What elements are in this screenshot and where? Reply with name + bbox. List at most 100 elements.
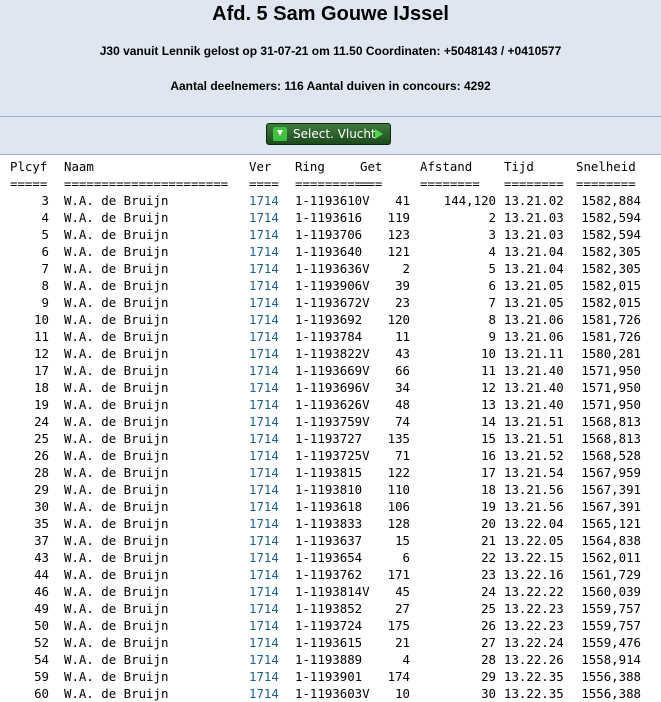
cell-time: 13.21.40	[504, 380, 564, 395]
cell-time: 13.21.40	[504, 363, 564, 378]
cell-ver: 1714	[249, 448, 279, 463]
cell-place: 12	[34, 346, 49, 361]
cell-get: 123	[387, 227, 410, 242]
cell-distance: 26	[481, 618, 496, 633]
cell-name: W.A. de Bruijn	[64, 244, 169, 259]
cell-name: W.A. de Bruijn	[64, 516, 169, 531]
page-header: Afd. 5 Sam Gouwe IJssel J30 vanuit Lenni…	[0, 0, 661, 117]
cell-place: 11	[34, 329, 49, 344]
cell-get: 45	[395, 584, 410, 599]
cell-speed: 1571,950	[581, 380, 641, 395]
cell-get: 2	[402, 261, 410, 276]
cell-ring: 1-1193637	[295, 533, 363, 548]
cell-place: 44	[34, 567, 49, 582]
cell-get: 110	[387, 482, 410, 497]
cell-ver: 1714	[249, 278, 279, 293]
flight-info: J30 vanuit Lennik gelost op 31-07-21 om …	[99, 44, 562, 58]
cell-place: 30	[34, 499, 49, 514]
cell-name: W.A. de Bruijn	[64, 363, 169, 378]
cell-place: 59	[34, 669, 49, 684]
cell-name: W.A. de Bruijn	[64, 414, 169, 429]
cell-get: 120	[387, 312, 410, 327]
cell-time: 13.21.03	[504, 210, 564, 225]
separator-get: ===	[360, 176, 383, 191]
cell-ring: 1-1193759V	[295, 414, 370, 429]
cell-place: 54	[34, 652, 49, 667]
cell-time: 13.22.24	[504, 635, 564, 650]
cell-ring: 1-1193889	[295, 652, 363, 667]
cell-time: 13.21.51	[504, 414, 564, 429]
cell-time: 13.21.51	[504, 431, 564, 446]
cell-ver: 1714	[249, 295, 279, 310]
cell-ring: 1-1193852	[295, 601, 363, 616]
cell-time: 13.21.56	[504, 499, 564, 514]
cell-place: 35	[34, 516, 49, 531]
page-title: Afd. 5 Sam Gouwe IJssel	[212, 3, 449, 25]
cell-distance: 25	[481, 601, 496, 616]
cell-speed: 1581,726	[581, 329, 641, 344]
cell-ring: 1-1193669V	[295, 363, 370, 378]
cell-distance: 13	[481, 397, 496, 412]
cell-distance: 10	[481, 346, 496, 361]
cell-distance: 29	[481, 669, 496, 684]
cell-name: W.A. de Bruijn	[64, 635, 169, 650]
cell-get: 11	[395, 329, 410, 344]
header-ring: Ring	[295, 159, 325, 174]
cell-name: W.A. de Bruijn	[64, 601, 169, 616]
cell-speed: 1562,011	[581, 550, 641, 565]
cell-speed: 1559,476	[581, 635, 641, 650]
cell-place: 29	[34, 482, 49, 497]
cell-place: 3	[41, 193, 49, 208]
cell-speed: 1559,757	[581, 601, 641, 616]
cell-distance: 21	[481, 533, 496, 548]
header-speed: Snelheid	[576, 159, 636, 174]
separator-ver: ====	[249, 176, 279, 191]
cell-distance: 30	[481, 686, 496, 701]
select-flight-button[interactable]: Select. Vlucht	[266, 123, 391, 145]
cell-name: W.A. de Bruijn	[64, 686, 169, 701]
cell-time: 13.21.06	[504, 312, 564, 327]
cell-get: 175	[387, 618, 410, 633]
cell-get: 15	[395, 533, 410, 548]
header-name: Naam	[64, 159, 94, 174]
cell-ring: 1-1193640	[295, 244, 363, 259]
cell-ver: 1714	[249, 397, 279, 412]
cell-ver: 1714	[249, 431, 279, 446]
cell-speed: 1556,388	[581, 686, 641, 701]
cell-distance: 20	[481, 516, 496, 531]
cell-get: 23	[395, 295, 410, 310]
cell-time: 13.22.23	[504, 618, 564, 633]
cell-ver: 1714	[249, 533, 279, 548]
cell-name: W.A. de Bruijn	[64, 448, 169, 463]
cell-distance: 3	[488, 227, 496, 242]
cell-time: 13.21.56	[504, 482, 564, 497]
cell-time: 13.22.35	[504, 669, 564, 684]
cell-place: 50	[34, 618, 49, 633]
cell-time: 13.21.05	[504, 278, 564, 293]
cell-get: 119	[387, 210, 410, 225]
cell-ver: 1714	[249, 363, 279, 378]
cell-time: 13.22.23	[504, 601, 564, 616]
select-flight-label: Select. Vlucht	[293, 127, 376, 141]
cell-get: 39	[395, 278, 410, 293]
cell-name: W.A. de Bruijn	[64, 567, 169, 582]
cell-speed: 1580,281	[581, 346, 641, 361]
cell-ver: 1714	[249, 312, 279, 327]
cell-ver: 1714	[249, 584, 279, 599]
cell-name: W.A. de Bruijn	[64, 618, 169, 633]
cell-get: 21	[395, 635, 410, 650]
cell-place: 24	[34, 414, 49, 429]
cell-distance: 18	[481, 482, 496, 497]
cell-distance: 2	[488, 210, 496, 225]
cell-ring: 1-1193762	[295, 567, 363, 582]
cell-ring: 1-1193610V	[295, 193, 370, 208]
cell-ring: 1-1193616	[295, 210, 363, 225]
cell-name: W.A. de Bruijn	[64, 397, 169, 412]
cell-ver: 1714	[249, 601, 279, 616]
cell-distance: 8	[488, 312, 496, 327]
cell-speed: 1571,950	[581, 363, 641, 378]
cell-get: 121	[387, 244, 410, 259]
cell-ver: 1714	[249, 210, 279, 225]
cell-place: 17	[34, 363, 49, 378]
cell-name: W.A. de Bruijn	[64, 312, 169, 327]
